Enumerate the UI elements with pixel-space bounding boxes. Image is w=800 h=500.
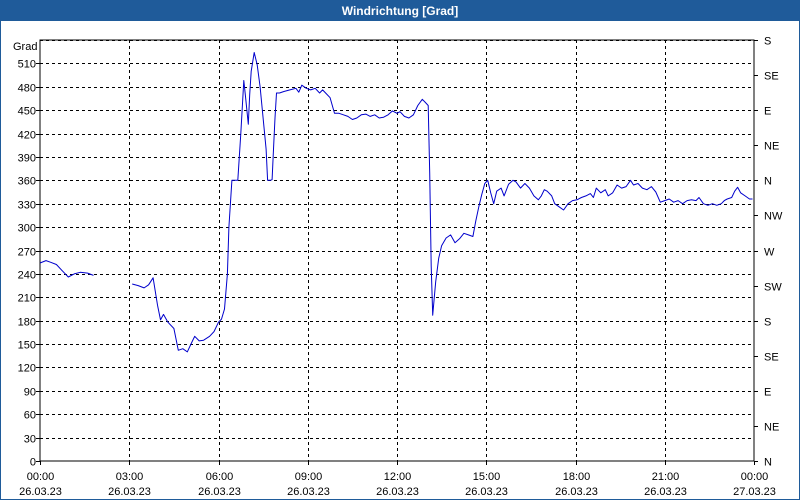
y2-tick-label: E: [764, 387, 771, 399]
x-tick-date: 26.03.23: [198, 486, 241, 498]
x-tick-date: 26.03.23: [108, 486, 151, 498]
y2-tick-label: S: [764, 36, 771, 48]
x-tick-date: 26.03.23: [287, 486, 330, 498]
x-tick-date: 26.03.23: [465, 486, 508, 498]
y-tick-label: 300: [18, 223, 36, 235]
y2-tick-label: SW: [764, 282, 782, 294]
y-tick-label: 330: [18, 200, 36, 212]
x-tick-date: 26.03.23: [555, 486, 598, 498]
y-tick-label: 240: [18, 270, 36, 282]
x-tick-time: 15:00: [473, 471, 501, 483]
y-tick-label: 30: [24, 434, 36, 446]
y-tick-label: 120: [18, 363, 36, 375]
y2-tick-label: SE: [764, 71, 779, 83]
y-tick-label: 360: [18, 176, 36, 188]
x-tick-time: 21:00: [652, 471, 680, 483]
y2-tick-label: NE: [764, 141, 779, 153]
y2-tick-label: S: [764, 317, 771, 329]
y-tick-label: 420: [18, 130, 36, 142]
y-tick-label: 210: [18, 293, 36, 305]
x-tick-date: 27.03.23: [733, 486, 776, 498]
y-tick-label: 0: [30, 457, 36, 469]
y-tick-label: 510: [18, 59, 36, 71]
y-tick-label: 60: [24, 410, 36, 422]
y-tick-label: 90: [24, 387, 36, 399]
y2-tick-label: N: [764, 457, 772, 469]
y2-tick-label: W: [764, 247, 775, 259]
x-tick-time: 18:00: [563, 471, 591, 483]
y2-tick-label: NW: [764, 211, 783, 223]
grid: [40, 40, 754, 461]
series-group: [39, 52, 753, 353]
y-tick-label: 390: [18, 153, 36, 165]
y2-tick-label: NE: [764, 422, 779, 434]
x-tick-time: 00:00: [741, 471, 769, 483]
x-tick-date: 26.03.23: [376, 486, 419, 498]
x-tick-labels: 00:00 26.03.23 03:00 26.03.23 06:00 26.03.23 0…: [19, 471, 776, 498]
x-tick-time: 00:00: [27, 471, 55, 483]
x-tick-time: 09:00: [295, 471, 323, 483]
y2-tick-label: N: [764, 176, 772, 188]
y2-tick-label: E: [764, 106, 771, 118]
x-tick-time: 06:00: [206, 471, 234, 483]
x-tick-date: 26.03.23: [644, 486, 687, 498]
y-tick-labels: 0 30 60 90 120 150 180 210 240 270 300 330 360 390 420…: [18, 59, 36, 469]
x-tick-date: 26.03.23: [19, 486, 62, 498]
y-tick-label: 480: [18, 83, 36, 95]
y-axis-label: Grad: [13, 41, 37, 53]
x-tick-time: 03:00: [116, 471, 144, 483]
y2-tick-label: SE: [764, 352, 779, 364]
y-tick-label: 270: [18, 247, 36, 259]
y2-tick-labels: N NE E SE S SW W NW N NE E SE S: [764, 36, 783, 469]
y-tick-label: 150: [18, 340, 36, 352]
y-tick-label: 450: [18, 106, 36, 118]
y-tick-label: 180: [18, 317, 36, 329]
series-line: [132, 52, 753, 353]
wind-direction-chart: Grad 0 30 60 90 120 150 180 210 240 270 300 330 360 3…: [13, 36, 783, 499]
x-tick-time: 12:00: [384, 471, 412, 483]
